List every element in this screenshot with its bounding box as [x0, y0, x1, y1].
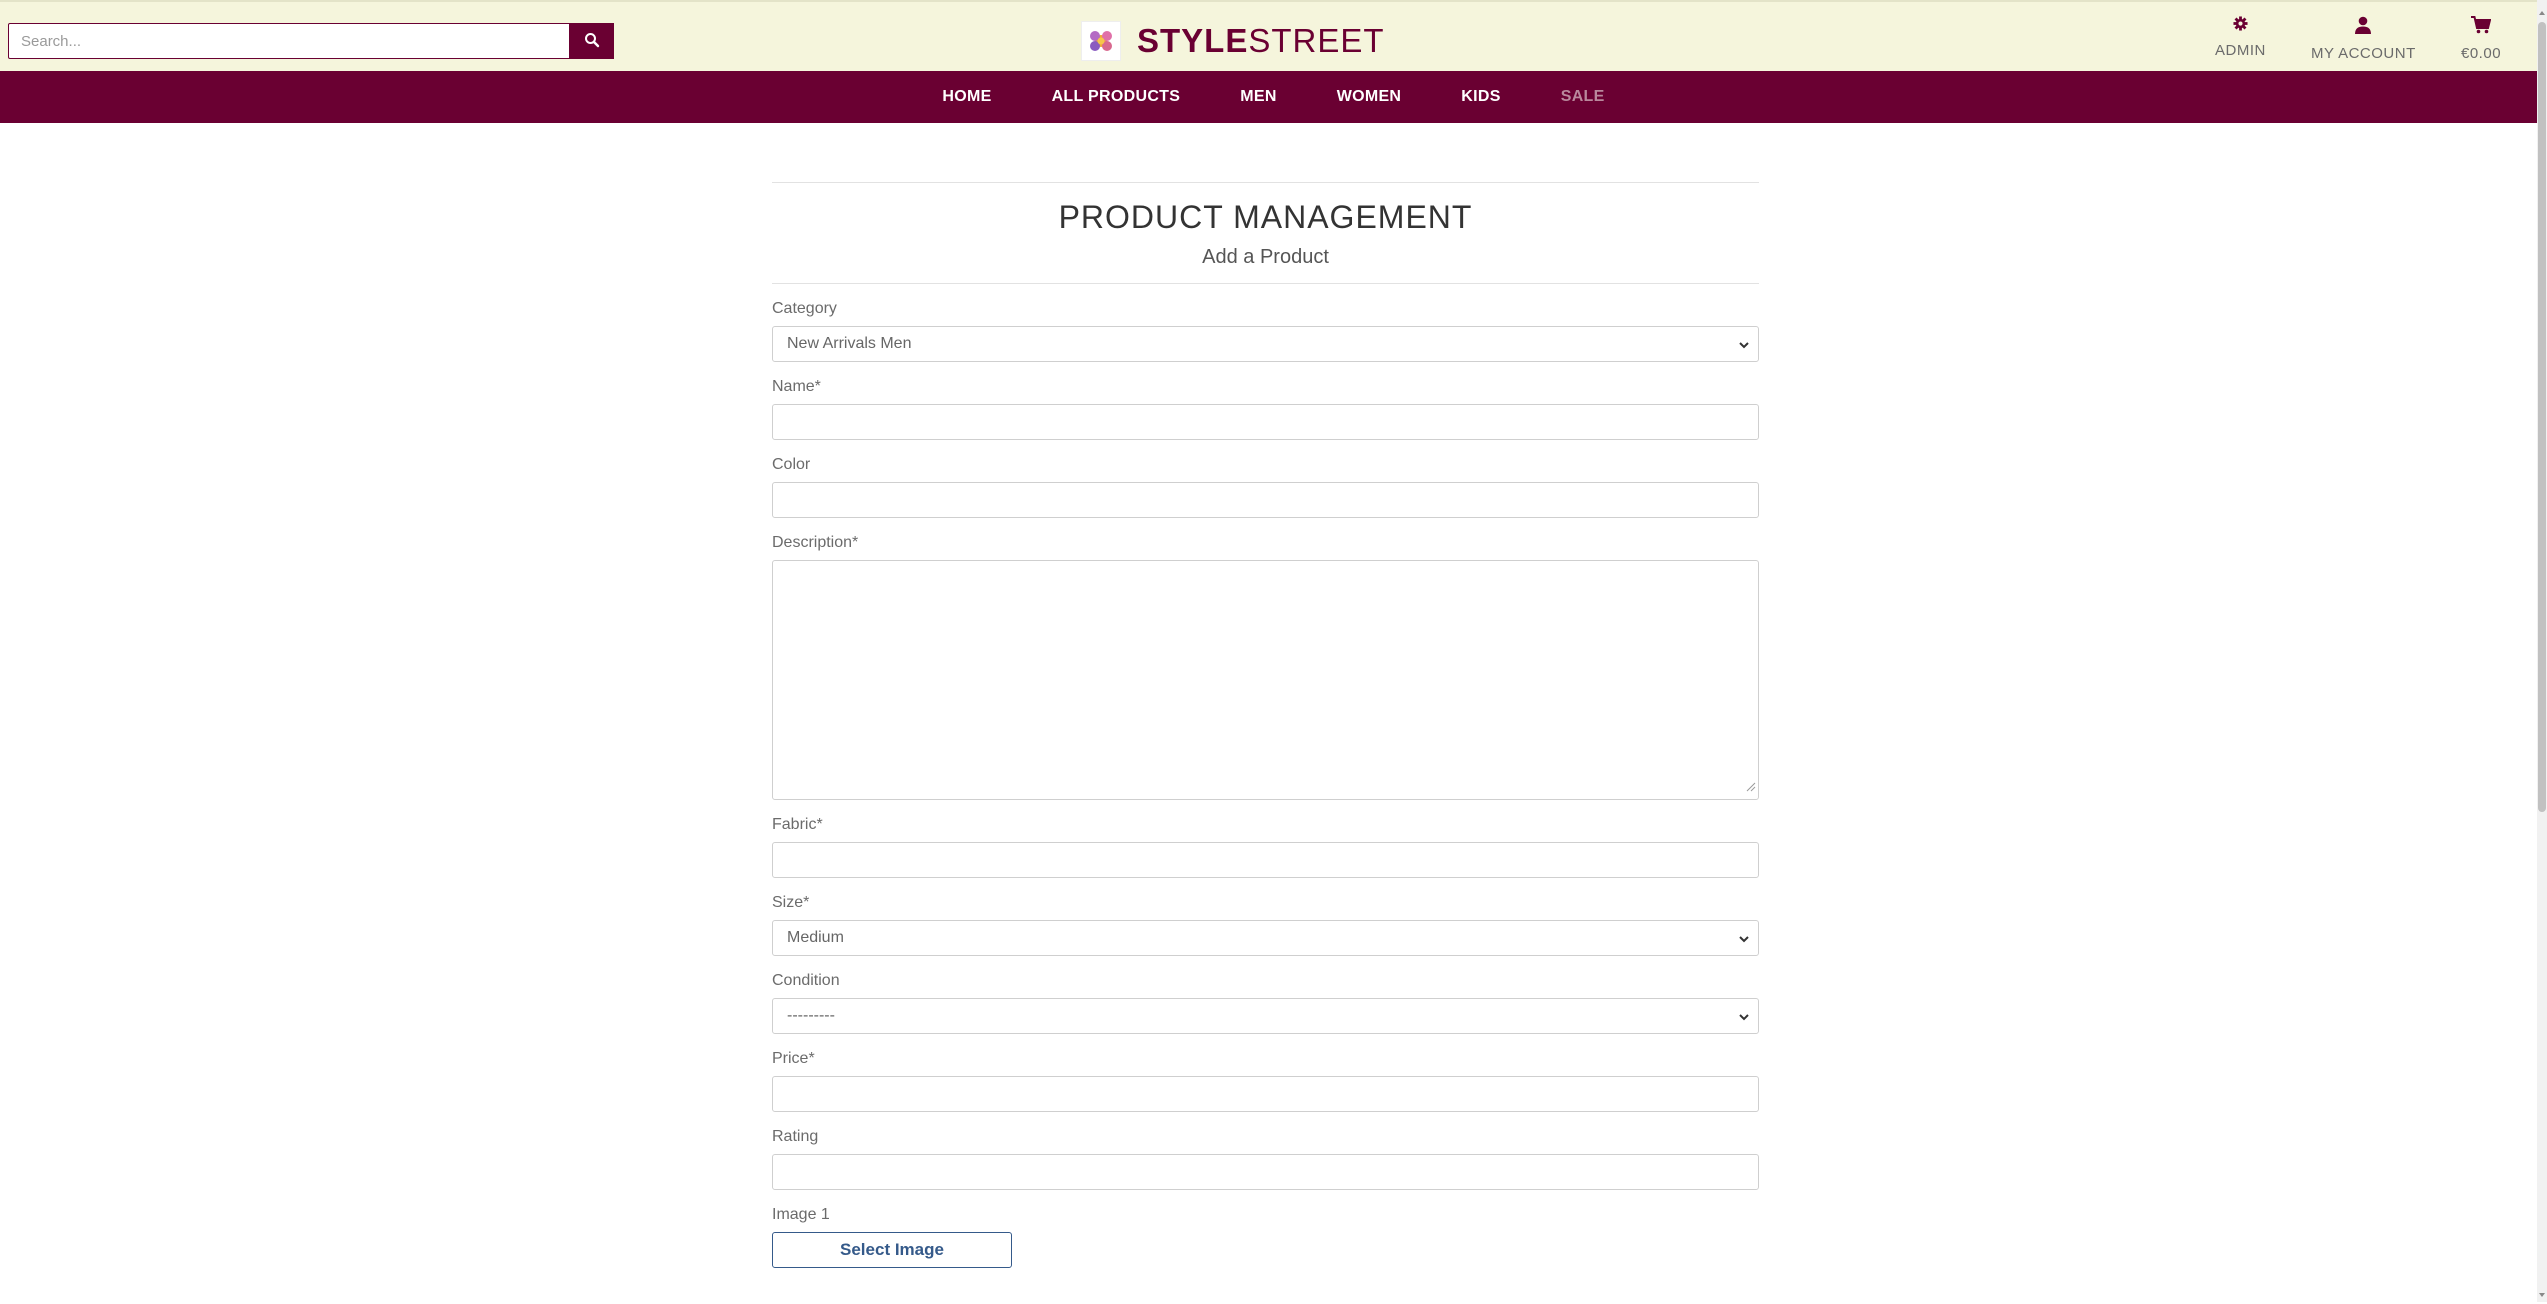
- condition-value: ---------: [787, 1007, 835, 1024]
- top-bar: STYLESTREET ADMIN MY ACCOUN: [0, 0, 2547, 71]
- divider: [772, 182, 1759, 183]
- image1-label: Image 1: [772, 1206, 830, 1223]
- color-label: Color: [772, 456, 811, 473]
- category-label: Category: [772, 300, 837, 317]
- user-icon: [2354, 16, 2372, 39]
- chevron-down-icon: [1738, 1010, 1750, 1028]
- scroll-up-icon[interactable]: [2538, 4, 2546, 16]
- nav-home[interactable]: HOME: [942, 88, 991, 106]
- nav-all-products[interactable]: ALL PRODUCTS: [1052, 88, 1181, 106]
- rating-label: Rating: [772, 1128, 819, 1145]
- category-select[interactable]: New Arrivals Men: [772, 326, 1759, 362]
- search-button[interactable]: [570, 23, 614, 59]
- description-textarea[interactable]: [772, 560, 1759, 800]
- fabric-input[interactable]: [772, 842, 1759, 878]
- scrollbar-thumb[interactable]: [2538, 22, 2546, 812]
- size-value: Medium: [787, 929, 844, 946]
- divider: [772, 283, 1759, 284]
- page-scrollbar[interactable]: [2537, 0, 2547, 1302]
- condition-select[interactable]: ---------: [772, 998, 1759, 1034]
- my-account-link[interactable]: MY ACCOUNT: [2311, 16, 2416, 62]
- nav-kids[interactable]: KIDS: [1461, 88, 1500, 106]
- price-label: Price*: [772, 1050, 815, 1067]
- cart-total: €0.00: [2461, 45, 2502, 62]
- rating-input[interactable]: [772, 1154, 1759, 1190]
- color-input[interactable]: [772, 482, 1759, 518]
- nav-sale[interactable]: SALE: [1561, 88, 1605, 106]
- nav-men[interactable]: MEN: [1240, 88, 1276, 106]
- admin-label: ADMIN: [2215, 42, 2266, 59]
- main-nav: HOME ALL PRODUCTS MEN WOMEN KIDS SALE: [0, 71, 2547, 123]
- search-input[interactable]: [8, 23, 570, 59]
- gear-icon: [2233, 16, 2248, 36]
- brand-name-bold: STYLE: [1137, 22, 1249, 59]
- chevron-down-icon: [1738, 338, 1750, 356]
- price-input[interactable]: [772, 1076, 1759, 1112]
- category-value: New Arrivals Men: [787, 335, 912, 352]
- select-image-button[interactable]: Select Image: [772, 1232, 1012, 1268]
- name-label: Name*: [772, 378, 821, 395]
- cart-link[interactable]: €0.00: [2461, 16, 2501, 62]
- search-icon: [584, 32, 600, 51]
- brand-name-light: STREET: [1248, 22, 1385, 59]
- product-management-panel: PRODUCT MANAGEMENT Add a Product Categor…: [772, 182, 1759, 1268]
- nav-women[interactable]: WOMEN: [1337, 88, 1402, 106]
- condition-label: Condition: [772, 972, 840, 989]
- fabric-label: Fabric*: [772, 816, 823, 833]
- size-select[interactable]: Medium: [772, 920, 1759, 956]
- description-label: Description*: [772, 534, 859, 551]
- cart-icon: [2471, 16, 2492, 39]
- search-form: [8, 23, 614, 59]
- resize-handle-icon[interactable]: [1746, 779, 1756, 797]
- my-account-label: MY ACCOUNT: [2311, 45, 2416, 62]
- brand-name: STYLESTREET: [1137, 22, 1385, 60]
- name-input[interactable]: [772, 404, 1759, 440]
- chevron-down-icon: [1738, 932, 1750, 950]
- page-subtitle: Add a Product: [1202, 246, 1329, 268]
- brand-link[interactable]: STYLESTREET: [1081, 19, 1385, 63]
- size-label: Size*: [772, 894, 810, 911]
- admin-link[interactable]: ADMIN: [2215, 16, 2266, 59]
- page-title: PRODUCT MANAGEMENT: [1058, 199, 1473, 235]
- brand-logo-icon: [1081, 21, 1121, 61]
- scroll-down-icon[interactable]: [2538, 1286, 2546, 1298]
